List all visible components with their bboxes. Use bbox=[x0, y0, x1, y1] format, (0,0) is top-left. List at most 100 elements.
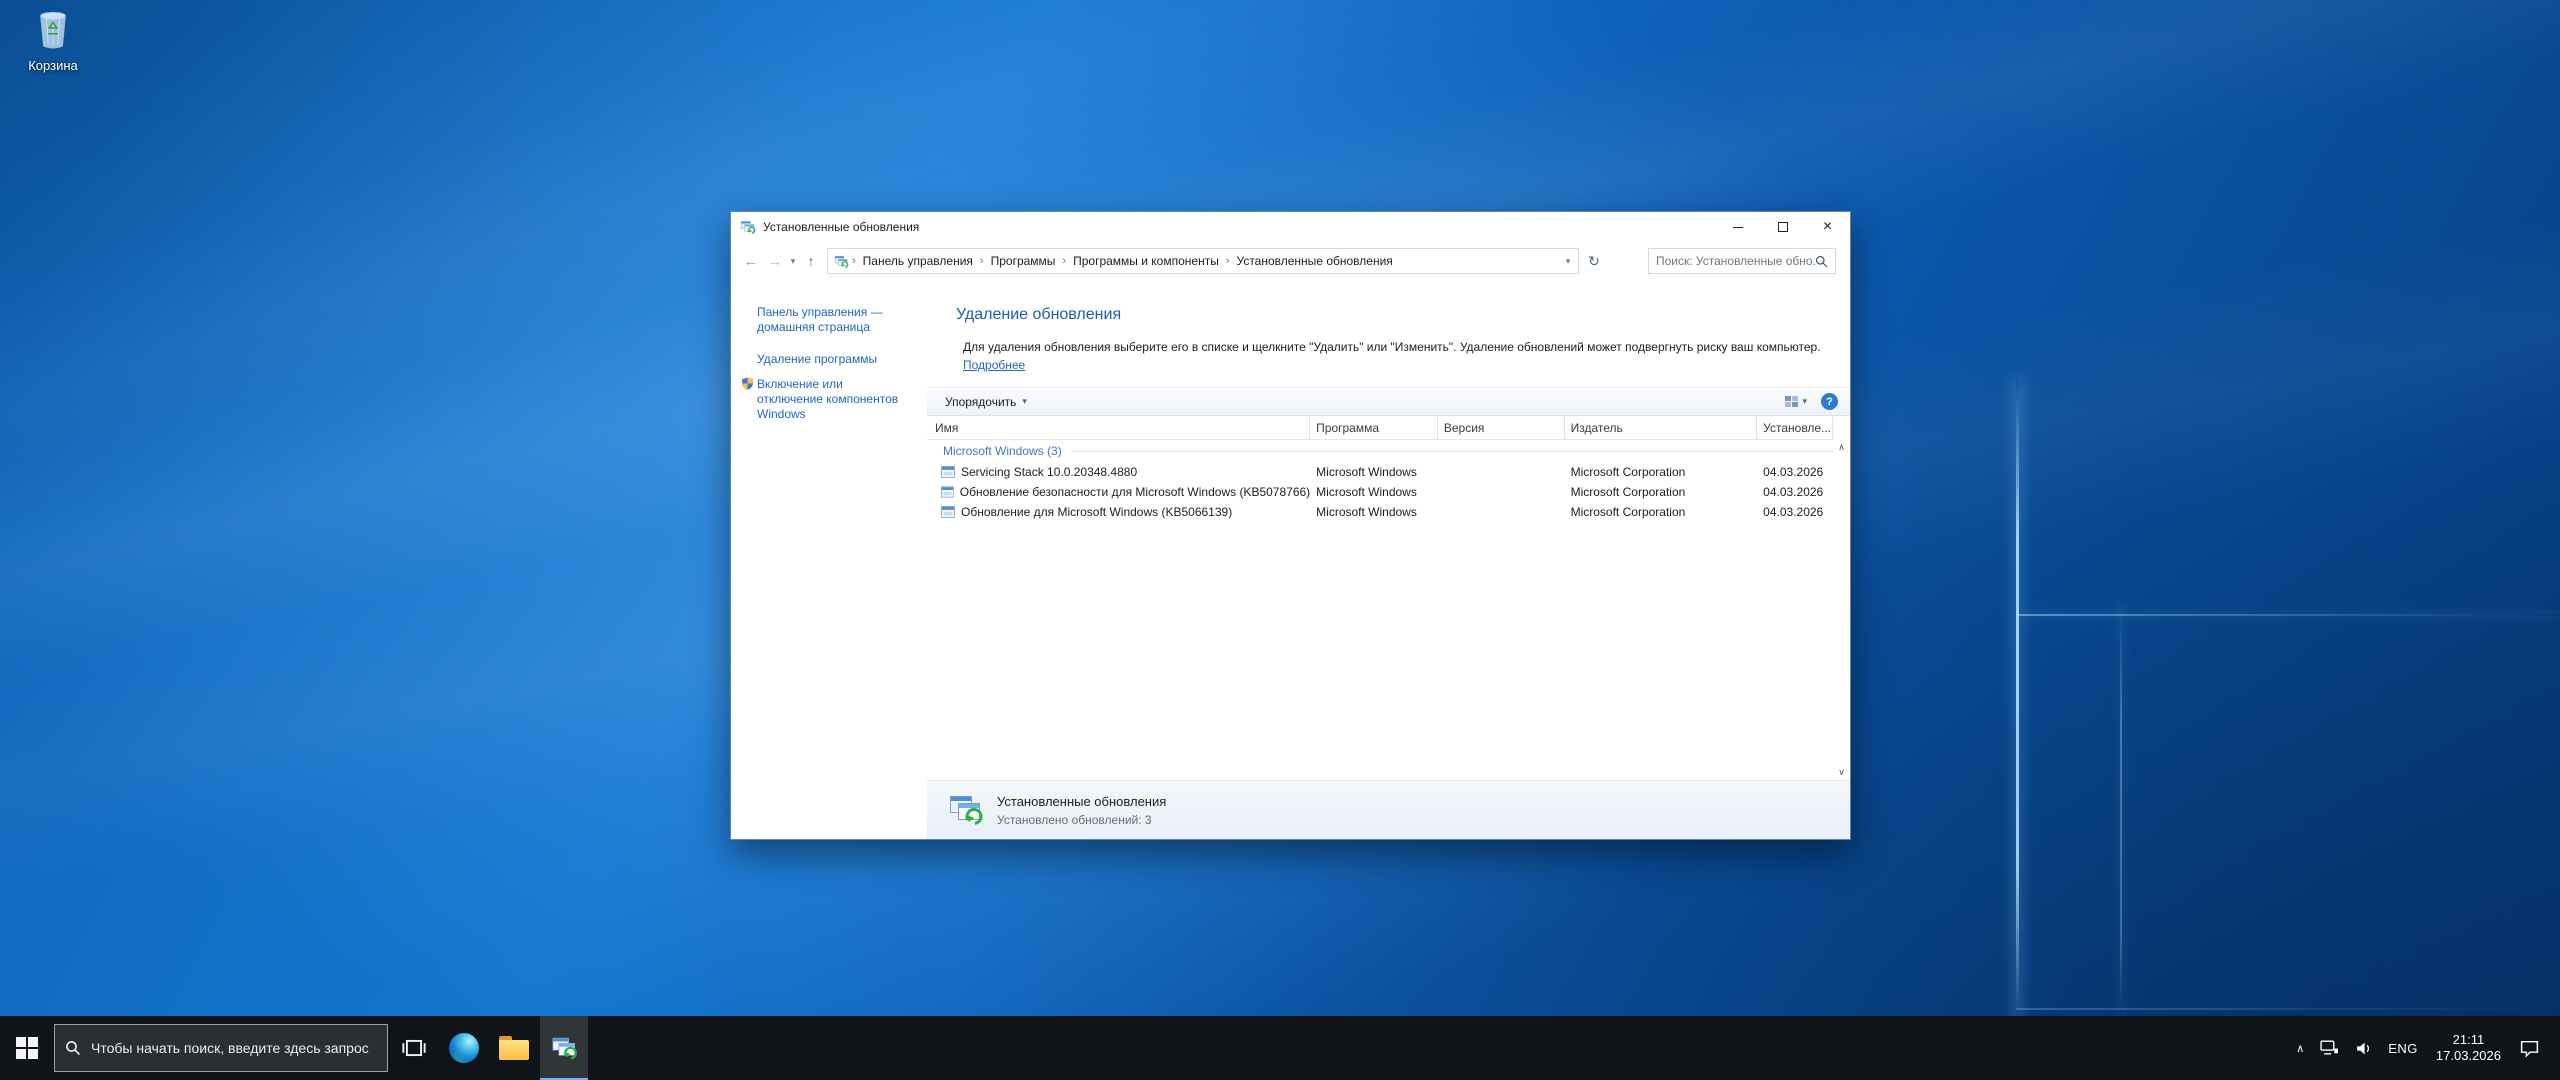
cell-name: Обновление безопасности для Microsoft Wi… bbox=[927, 485, 1310, 499]
taskbar-search-input[interactable] bbox=[91, 1040, 377, 1056]
desktop: Корзина Установленные обновления × bbox=[0, 0, 2560, 1016]
organize-button[interactable]: Упорядочить ▾ bbox=[937, 392, 1035, 412]
close-icon: × bbox=[1823, 219, 1832, 235]
update-row[interactable]: Обновление для Microsoft Windows (KB5066… bbox=[927, 502, 1833, 522]
installed-updates-icon bbox=[551, 1034, 578, 1061]
column-header-program[interactable]: Программа bbox=[1310, 416, 1438, 439]
installed-updates-window: Установленные обновления × ← → ▾ ↑ bbox=[730, 211, 1851, 840]
breadcrumb-programs[interactable]: Программы bbox=[985, 254, 1062, 268]
update-row[interactable]: Обновление безопасности для Microsoft Wi… bbox=[927, 482, 1833, 502]
back-button[interactable]: ← bbox=[739, 248, 763, 274]
update-row[interactable]: Servicing Stack 10.0.20348.4880 Microsof… bbox=[927, 462, 1833, 482]
network-icon bbox=[2320, 1040, 2339, 1056]
minimize-button[interactable] bbox=[1715, 212, 1760, 242]
column-header-installed[interactable]: Установле... bbox=[1757, 416, 1833, 439]
sidebar-item-windows-features[interactable]: Включение или отключение компонентов Win… bbox=[757, 377, 907, 422]
start-button[interactable] bbox=[0, 1016, 54, 1080]
breadcrumb-control-panel[interactable]: Панель управления bbox=[857, 254, 979, 268]
edge-button[interactable] bbox=[440, 1016, 488, 1080]
update-name: Servicing Stack 10.0.20348.4880 bbox=[961, 465, 1137, 479]
file-explorer-button[interactable] bbox=[490, 1016, 538, 1080]
cell-name: Обновление для Microsoft Windows (KB5066… bbox=[927, 505, 1310, 519]
location-icon bbox=[834, 254, 849, 269]
maximize-icon bbox=[1778, 222, 1788, 232]
wallpaper-windows-logo-edge bbox=[2016, 1008, 2560, 1010]
window-title: Установленные обновления bbox=[763, 220, 919, 234]
chevron-down-icon: ▾ bbox=[1802, 396, 1807, 407]
volume-tray-button[interactable] bbox=[2347, 1016, 2380, 1080]
cell-program: Microsoft Windows bbox=[1310, 465, 1438, 479]
sidebar-item-control-panel-home[interactable]: Панель управления — домашняя страница bbox=[757, 305, 907, 335]
address-dropdown-chevron[interactable]: ▾ bbox=[1562, 256, 1574, 267]
clock-date: 17.03.2026 bbox=[2436, 1048, 2501, 1064]
details-text: Установленные обновления Установлено обн… bbox=[997, 794, 1166, 827]
window-body: Панель управления — домашняя страница Уд… bbox=[731, 280, 1850, 839]
breadcrumb-installed-updates[interactable]: Установленные обновления bbox=[1231, 254, 1399, 268]
updates-list: Имя Программа Версия Издатель Установле.… bbox=[927, 416, 1850, 780]
page-title: Удаление обновления bbox=[956, 306, 1121, 324]
recycle-bin-icon bbox=[34, 8, 72, 55]
language-label: ENG bbox=[2388, 1041, 2418, 1056]
group-label: Microsoft Windows (3) bbox=[943, 444, 1062, 458]
search-icon bbox=[65, 1040, 81, 1056]
network-tray-button[interactable] bbox=[2312, 1016, 2347, 1080]
recent-locations-chevron[interactable]: ▾ bbox=[787, 256, 799, 267]
window-titlebar[interactable]: Установленные обновления × bbox=[731, 212, 1850, 242]
cell-program: Microsoft Windows bbox=[1310, 505, 1438, 519]
update-name: Обновление для Microsoft Windows (KB5066… bbox=[961, 505, 1232, 519]
list-header: Имя Программа Версия Издатель Установле.… bbox=[927, 416, 1833, 440]
taskbar: ∧ ENG 21:11 17.03.2026 bbox=[0, 1016, 2560, 1080]
change-view-button[interactable]: ▾ bbox=[1785, 396, 1807, 407]
forward-button[interactable]: → bbox=[763, 248, 787, 274]
maximize-button[interactable] bbox=[1760, 212, 1805, 242]
close-button[interactable]: × bbox=[1805, 212, 1850, 242]
view-grid-icon bbox=[1785, 396, 1798, 407]
chevron-down-icon: ▾ bbox=[1022, 396, 1027, 407]
installed-updates-taskbar-button[interactable] bbox=[540, 1016, 588, 1080]
breadcrumb-programs-and-features[interactable]: Программы и компоненты bbox=[1067, 254, 1225, 268]
recycle-bin[interactable]: Корзина bbox=[14, 8, 92, 73]
clock[interactable]: 21:11 17.03.2026 bbox=[2426, 1032, 2511, 1064]
column-header-publisher[interactable]: Издатель bbox=[1565, 416, 1758, 439]
cell-publisher: Microsoft Corporation bbox=[1565, 505, 1758, 519]
taskbar-search-box[interactable] bbox=[54, 1024, 388, 1072]
sidebar-item-label: Включение или отключение компонентов Win… bbox=[757, 377, 898, 421]
organize-label: Упорядочить bbox=[945, 395, 1016, 409]
recycle-bin-label: Корзина bbox=[28, 58, 78, 73]
task-view-icon bbox=[401, 1037, 427, 1059]
edge-icon bbox=[449, 1033, 479, 1063]
installed-updates-icon bbox=[740, 219, 756, 235]
column-header-version[interactable]: Версия bbox=[1438, 416, 1565, 439]
window-search-input[interactable] bbox=[1656, 254, 1815, 268]
window-search-box[interactable] bbox=[1648, 248, 1836, 274]
task-view-button[interactable] bbox=[390, 1016, 438, 1080]
wallpaper-windows-logo-edge bbox=[2120, 598, 2122, 1016]
sidebar-item-uninstall-program[interactable]: Удаление программы bbox=[757, 352, 919, 367]
back-icon: ← bbox=[744, 253, 759, 270]
scroll-down-icon[interactable]: ∨ bbox=[1838, 768, 1845, 777]
address-bar[interactable]: › Панель управления › Программы › Програ… bbox=[827, 248, 1579, 274]
more-info-link[interactable]: Подробнее bbox=[963, 358, 1025, 372]
details-count: Установлено обновлений: 3 bbox=[997, 813, 1166, 827]
search-icon bbox=[1815, 255, 1828, 268]
vertical-scrollbar[interactable]: ∧ ∨ bbox=[1833, 440, 1850, 780]
window-controls: × bbox=[1715, 212, 1850, 242]
folder-icon bbox=[499, 1036, 529, 1060]
language-indicator[interactable]: ENG bbox=[2380, 1016, 2426, 1080]
cell-publisher: Microsoft Corporation bbox=[1565, 485, 1758, 499]
action-center-button[interactable] bbox=[2511, 1016, 2548, 1080]
column-header-name[interactable]: Имя bbox=[927, 416, 1310, 439]
installed-updates-icon-large bbox=[948, 791, 984, 830]
refresh-icon: ↻ bbox=[1588, 253, 1600, 270]
group-header-microsoft-windows[interactable]: Microsoft Windows (3) bbox=[927, 440, 1833, 462]
cell-program: Microsoft Windows bbox=[1310, 485, 1438, 499]
command-bar-right: ▾ ? bbox=[1785, 393, 1838, 410]
cell-installed: 04.03.2026 bbox=[1757, 485, 1833, 499]
show-hidden-icons-button[interactable]: ∧ bbox=[2288, 1016, 2312, 1080]
update-package-icon bbox=[941, 466, 955, 478]
up-button[interactable]: ↑ bbox=[799, 248, 823, 274]
scroll-up-icon[interactable]: ∧ bbox=[1838, 443, 1845, 452]
refresh-button[interactable]: ↻ bbox=[1581, 248, 1607, 274]
help-button[interactable]: ? bbox=[1821, 393, 1838, 410]
minimize-icon bbox=[1733, 227, 1743, 228]
